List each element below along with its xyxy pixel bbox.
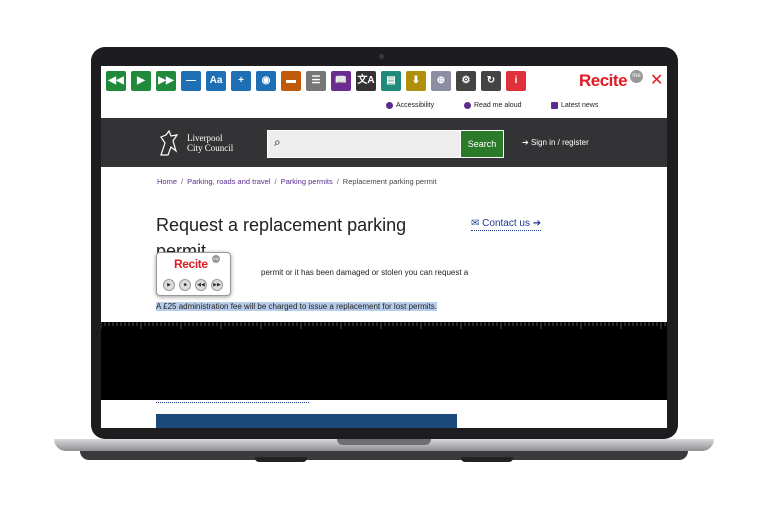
read-aloud-label: Read me aloud xyxy=(474,102,522,109)
increase-text-icon[interactable]: + xyxy=(231,71,251,91)
envelope-icon: ✉ xyxy=(471,218,480,229)
play-icon[interactable]: ▶ xyxy=(131,71,151,91)
search-button[interactable]: Search xyxy=(460,130,504,158)
recite-toolbar: ◀◀ ▶ ▶▶ — Aa + ◉ ▬ ☰ 📖 文A ▤ ⬇ ⊕ ⚙ ↻ i Recite me ✕ xyxy=(101,66,667,97)
close-icon[interactable]: ✕ xyxy=(650,72,663,90)
color-wheel-icon[interactable]: ◉ xyxy=(256,71,276,91)
highlighted-sentence: A £25 administration fee will be charged… xyxy=(156,302,438,311)
recite-me-badge: me xyxy=(630,70,643,83)
signin-link[interactable]: ➔ Sign in / register xyxy=(522,138,589,147)
body-paragraph: permit or it has been damaged or stolen … xyxy=(261,268,469,277)
speech-bubble-icon xyxy=(464,102,471,109)
breadcrumb-parking-roads[interactable]: Parking, roads and travel xyxy=(187,177,270,186)
laptop-screen: ◀◀ ▶ ▶▶ — Aa + ◉ ▬ ☰ 📖 文A ▤ ⬇ ⊕ ⚙ ↻ i Recite me ✕ Access… xyxy=(101,66,667,428)
utility-bar: Accessibility Read me aloud Latest news xyxy=(101,96,667,118)
font-icon[interactable]: Aa xyxy=(206,71,226,91)
player-stop-button[interactable]: ■ xyxy=(179,279,191,291)
accessibility-label: Accessibility xyxy=(396,102,435,109)
signin-label: Sign in / register xyxy=(530,138,589,147)
search-input[interactable]: ⌕ xyxy=(267,130,461,158)
primary-action-button[interactable] xyxy=(156,414,457,428)
liverbird-crest-icon xyxy=(160,129,179,156)
site-header: Liverpool City Council ⌕ Search ➔ Sign i… xyxy=(101,118,667,167)
laptop-foot-right xyxy=(461,457,513,462)
dotted-link-underline xyxy=(156,402,309,403)
player-play-button[interactable]: ▶ xyxy=(163,279,175,291)
breadcrumb-separator: / xyxy=(336,177,339,186)
breadcrumb-current: Replacement parking permit xyxy=(342,177,437,186)
read-aloud-link[interactable]: Read me aloud xyxy=(464,102,521,109)
recite-logo: Recite xyxy=(579,71,628,90)
recite-player[interactable]: Recite me ▶ ■ ◀◀ ▶▶ xyxy=(156,252,231,296)
fast-forward-icon[interactable]: ▶▶ xyxy=(156,71,176,91)
magnifier-icon[interactable]: ⊕ xyxy=(431,71,451,91)
laptop-foot-left xyxy=(255,457,307,462)
info-icon[interactable]: i xyxy=(506,71,526,91)
player-rewind-button[interactable]: ◀◀ xyxy=(195,279,207,291)
breadcrumb-separator: / xyxy=(181,177,184,186)
latest-news-label: Latest news xyxy=(561,102,599,109)
latest-news-link[interactable]: Latest news xyxy=(551,102,598,109)
player-logo: Recite xyxy=(174,257,208,271)
player-me-badge: me xyxy=(212,255,220,263)
laptop-base-shadow xyxy=(80,451,688,460)
check-circle-icon xyxy=(386,102,393,109)
council-logo-text[interactable]: Liverpool City Council xyxy=(187,133,233,153)
search-icon: ⌕ xyxy=(274,135,281,149)
settings-icon[interactable]: ⚙ xyxy=(456,71,476,91)
screen-mask-icon[interactable]: ☰ xyxy=(306,71,326,91)
arrow-right-icon: ➔ xyxy=(532,218,542,229)
breadcrumb-separator: / xyxy=(274,177,277,186)
ruler-icon[interactable]: ▬ xyxy=(281,71,301,91)
council-name-line2: City Council xyxy=(187,143,234,153)
breadcrumb-home[interactable]: Home xyxy=(157,177,177,186)
rewind-icon[interactable]: ◀◀ xyxy=(106,71,126,91)
breadcrumb: Home / Parking, roads and travel / Parking p… xyxy=(157,177,437,186)
contact-us-link[interactable]: ✉ Contact us ➔ xyxy=(471,218,542,231)
ruler-ticks xyxy=(101,322,666,329)
reset-icon[interactable]: ↻ xyxy=(481,71,501,91)
decrease-text-icon[interactable]: — xyxy=(181,71,201,91)
book-icon xyxy=(551,102,558,109)
breadcrumb-parking-permits[interactable]: Parking permits xyxy=(281,177,333,186)
download-icon[interactable]: ⬇ xyxy=(406,71,426,91)
camera-icon xyxy=(379,54,384,59)
player-forward-button[interactable]: ▶▶ xyxy=(211,279,223,291)
laptop-notch xyxy=(337,439,431,445)
translate-icon[interactable]: 文A xyxy=(356,71,376,91)
text-mode-icon[interactable]: ▤ xyxy=(381,71,401,91)
council-name-line1: Liverpool xyxy=(187,133,223,143)
accessibility-link[interactable]: Accessibility xyxy=(386,102,434,109)
arrow-right-icon: ➔ xyxy=(522,138,529,147)
contact-us-label: Contact us xyxy=(482,218,530,229)
reading-ruler-mask[interactable] xyxy=(101,322,667,400)
dictionary-icon[interactable]: 📖 xyxy=(331,71,351,91)
